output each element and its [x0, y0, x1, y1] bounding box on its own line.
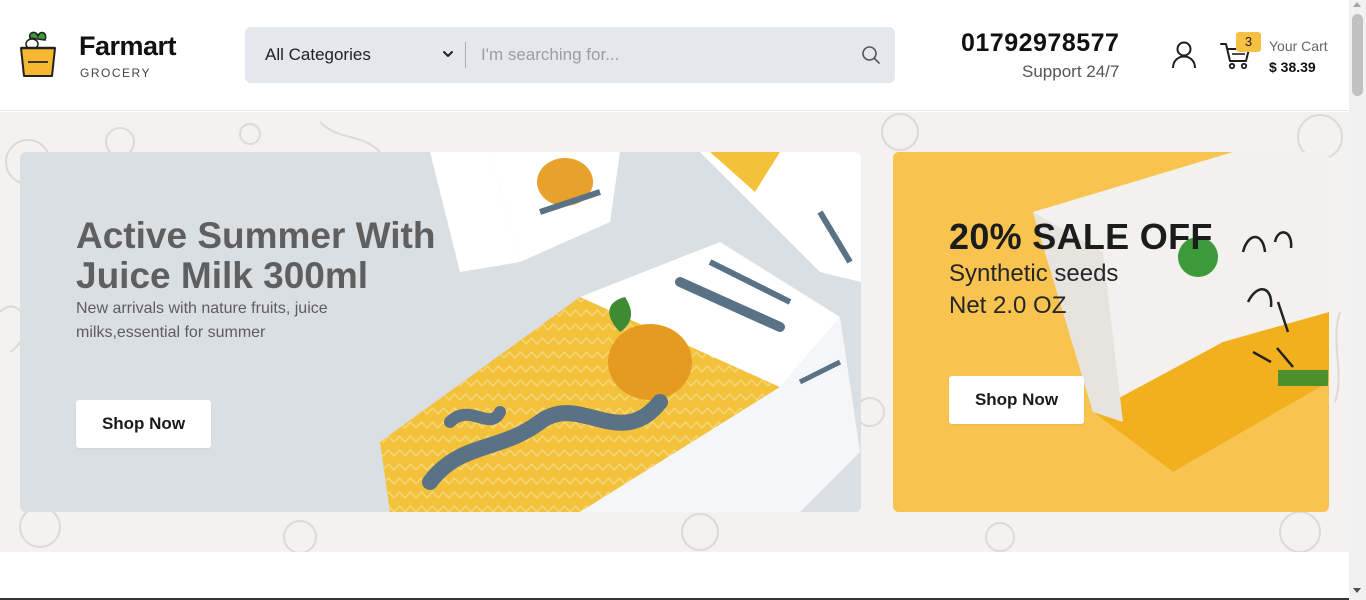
brand-name[interactable]: Farmart: [79, 31, 177, 62]
search-divider: [465, 42, 466, 68]
cart-total[interactable]: $ 38.39: [1269, 59, 1316, 75]
support-label: Support 24/7: [1022, 62, 1120, 81]
main-shop-now-button[interactable]: Shop Now: [76, 400, 211, 448]
cart-count-badge: 3: [1236, 32, 1261, 52]
user-icon[interactable]: [1171, 41, 1197, 69]
sale-banner-title: 20% SALE OFF: [949, 216, 1213, 257]
main-banner-title: Active Summer With Juice Milk 300ml: [76, 215, 436, 296]
grocery-bag-logo-icon[interactable]: [18, 30, 58, 78]
category-select-label: All Categories: [265, 45, 371, 64]
main-banner-description: New arrivals with nature fruits, juice m…: [76, 300, 328, 341]
chevron-down-icon[interactable]: [441, 47, 455, 61]
hero-section: Active Summer With Juice Milk 300ml New …: [0, 112, 1349, 552]
brand-tagline: GROCERY: [80, 66, 151, 80]
main-promo-banner: Active Summer With Juice Milk 300ml New …: [20, 152, 861, 512]
site-header: Farmart GROCERY All Categories 017929785…: [0, 0, 1349, 111]
scroll-up-arrow-icon[interactable]: [1353, 2, 1361, 7]
page-scrollbar[interactable]: [1349, 0, 1366, 600]
search-bar: All Categories: [245, 27, 895, 83]
sale-promo-banner: 20% SALE OFF Synthetic seeds Net 2.0 OZ …: [893, 152, 1329, 512]
search-input[interactable]: [481, 40, 841, 70]
sale-shop-now-button[interactable]: Shop Now: [949, 376, 1084, 424]
sale-banner-weight: Net 2.0 OZ: [949, 292, 1067, 319]
category-select[interactable]: All Categories: [265, 27, 465, 83]
support-phone[interactable]: 01792978577: [961, 29, 1119, 58]
scroll-thumb[interactable]: [1352, 14, 1363, 96]
search-icon[interactable]: [859, 43, 883, 67]
sale-banner-product: Synthetic seeds: [949, 260, 1119, 287]
cart-label[interactable]: Your Cart: [1269, 38, 1328, 54]
scroll-down-arrow-icon[interactable]: [1353, 588, 1361, 593]
food-box-illustration: [893, 152, 1329, 512]
